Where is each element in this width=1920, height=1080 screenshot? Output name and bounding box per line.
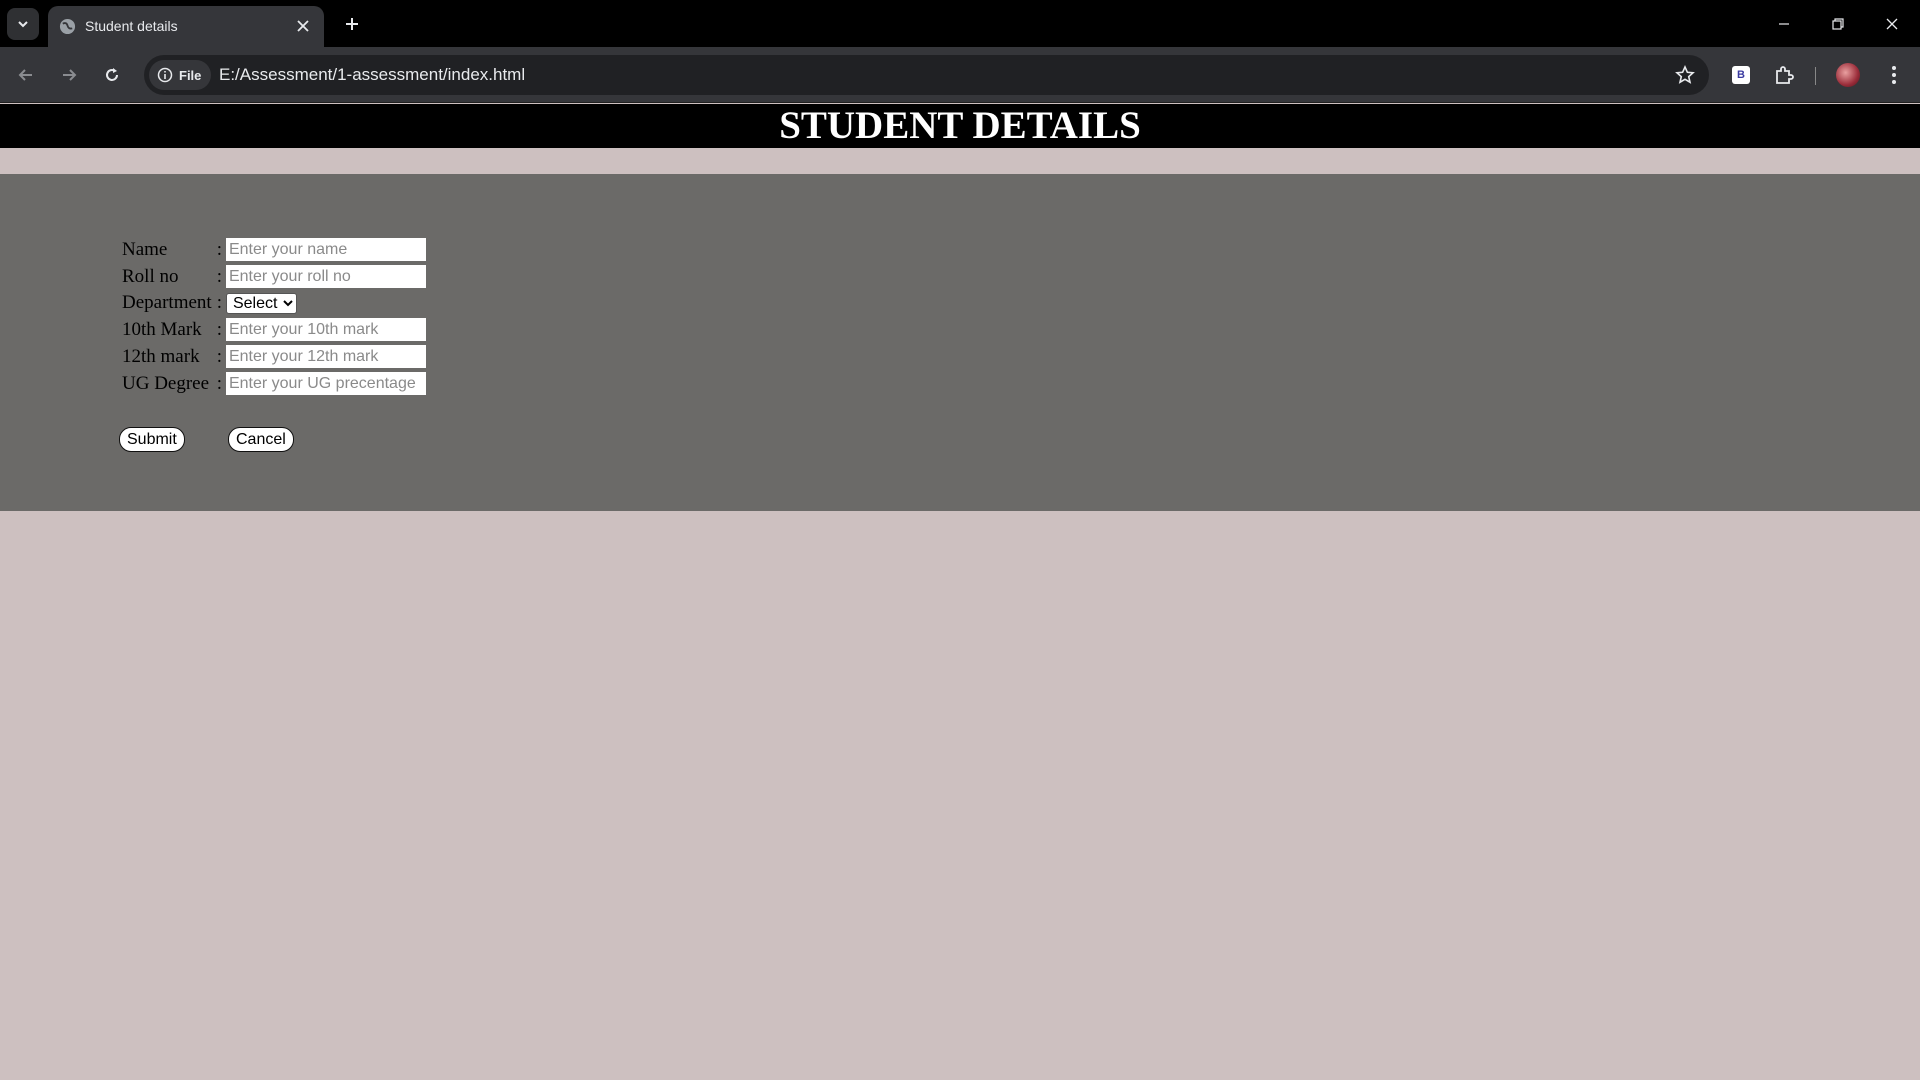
url-text[interactable]: E:/Assessment/1-assessment/index.html	[219, 65, 525, 85]
ug-degree-input[interactable]	[225, 372, 426, 395]
form-row-roll-no: Roll no :	[121, 264, 427, 289]
colon: :	[216, 372, 222, 394]
restore-button[interactable]	[1814, 4, 1862, 44]
colon: :	[216, 318, 222, 340]
forward-button[interactable]	[53, 59, 85, 91]
globe-icon	[59, 18, 76, 35]
form-row-12th-mark: 12th mark :	[121, 344, 427, 369]
form-row-ug-degree: UG Degree :	[121, 371, 427, 396]
browser-toolbar: File E:/Assessment/1-assessment/index.ht…	[0, 47, 1920, 103]
cancel-button[interactable]: Cancel	[228, 427, 294, 452]
minimize-icon	[1779, 23, 1789, 25]
toolbar-divider	[1815, 67, 1816, 85]
back-button[interactable]	[10, 59, 42, 91]
student-form: Name : Roll no : Department : Select 10t…	[119, 235, 429, 398]
form-row-name: Name :	[121, 237, 427, 262]
12th-mark-input[interactable]	[225, 345, 426, 368]
restore-icon	[1832, 18, 1844, 30]
roll-no-label: Roll no	[122, 265, 179, 287]
department-label: Department	[122, 292, 212, 313]
browser-tab-bar: Student details	[0, 0, 1920, 47]
chevron-down-icon	[18, 21, 28, 28]
reload-icon	[106, 68, 118, 81]
close-window-button[interactable]	[1868, 4, 1916, 44]
close-icon	[297, 20, 309, 32]
form-row-department: Department : Select	[121, 291, 427, 315]
extensions-button[interactable]	[1770, 61, 1798, 89]
arrow-right-icon	[63, 69, 77, 81]
colon: :	[216, 345, 222, 367]
address-bar[interactable]: File E:/Assessment/1-assessment/index.ht…	[144, 55, 1709, 95]
submit-button[interactable]: Submit	[119, 427, 185, 452]
tab-search-button[interactable]	[7, 8, 39, 40]
12th-mark-label: 12th mark	[122, 345, 200, 367]
10th-mark-input[interactable]	[225, 318, 426, 341]
colon: :	[216, 238, 222, 260]
name-label: Name	[122, 238, 168, 260]
bookmark-button[interactable]	[1673, 63, 1697, 87]
colon: :	[216, 265, 222, 287]
info-icon	[157, 67, 173, 83]
star-icon	[1675, 65, 1695, 84]
profile-button[interactable]	[1834, 61, 1862, 89]
roll-no-input[interactable]	[225, 265, 426, 288]
new-tab-button[interactable]	[336, 8, 368, 40]
ug-degree-label: UG Degree	[122, 372, 210, 394]
close-tab-button[interactable]	[292, 15, 314, 37]
site-chip-label: File	[179, 67, 202, 83]
extension-b-icon: B	[1732, 66, 1750, 84]
close-icon	[1886, 18, 1898, 30]
menu-button[interactable]	[1880, 61, 1908, 89]
site-info-chip[interactable]: File	[149, 60, 211, 90]
form-row-10th-mark: 10th Mark :	[121, 317, 427, 342]
tab-title: Student details	[85, 18, 178, 34]
page-title: STUDENT DETAILS	[779, 104, 1141, 147]
student-form-panel: Name : Roll no : Department : Select 10t…	[0, 174, 1920, 511]
kebab-menu-icon	[1892, 66, 1896, 84]
reload-button[interactable]	[96, 59, 128, 91]
puzzle-icon	[1776, 66, 1794, 84]
plus-icon	[346, 18, 358, 30]
minimize-button[interactable]	[1760, 4, 1808, 44]
arrow-left-icon	[18, 69, 32, 81]
colon: :	[216, 292, 222, 313]
name-input[interactable]	[225, 238, 426, 261]
department-select[interactable]: Select	[225, 292, 297, 314]
extension-b-button[interactable]: B	[1727, 61, 1755, 89]
10th-mark-label: 10th Mark	[122, 318, 202, 340]
avatar	[1836, 63, 1860, 87]
page-header: STUDENT DETAILS	[0, 104, 1920, 148]
browser-tab[interactable]: Student details	[48, 6, 324, 47]
